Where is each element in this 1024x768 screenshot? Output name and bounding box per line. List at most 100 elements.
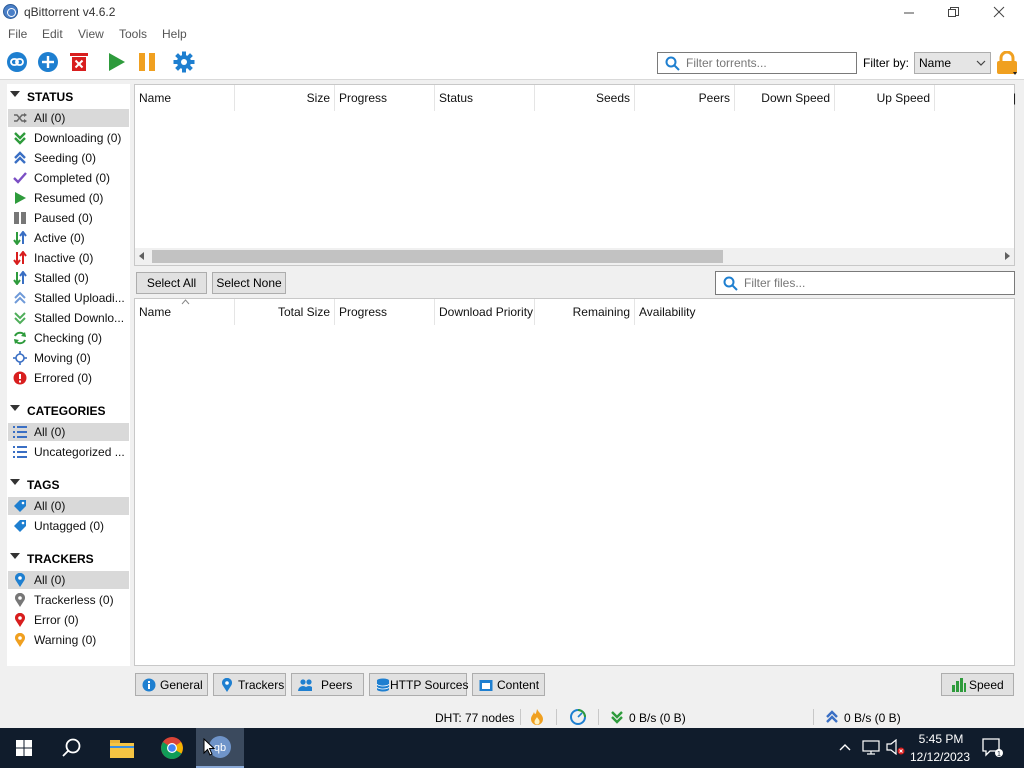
column-header-peers[interactable]: Peers bbox=[635, 85, 735, 111]
upload-speed-status[interactable]: 0 B/s (0 B) bbox=[844, 711, 901, 725]
menu-file[interactable]: File bbox=[8, 27, 27, 41]
close-window-button[interactable] bbox=[976, 0, 1022, 24]
toolbar: Filter by: Name bbox=[0, 44, 1024, 80]
database-icon bbox=[376, 678, 390, 692]
file-column-header-progress[interactable]: Progress bbox=[335, 299, 435, 325]
column-header-seeds[interactable]: Seeds bbox=[535, 85, 635, 111]
start-button[interactable] bbox=[0, 728, 48, 768]
firewall-flame-icon[interactable] bbox=[530, 709, 544, 728]
taskbar-clock-time[interactable]: 5:45 PM bbox=[912, 732, 970, 746]
scroll-right-icon[interactable] bbox=[1005, 252, 1010, 260]
options-button[interactable] bbox=[172, 50, 196, 74]
filter-torrents-input[interactable] bbox=[686, 55, 851, 71]
status-filter-active[interactable]: Active (0) bbox=[8, 229, 129, 247]
minimize-button[interactable] bbox=[886, 0, 932, 24]
status-filter-downloading[interactable]: Downloading (0) bbox=[8, 129, 129, 147]
content-file-list[interactable]: Name Total Size Progress Download Priori… bbox=[134, 298, 1015, 666]
select-all-button[interactable]: Select All bbox=[136, 272, 207, 294]
action-center-button[interactable]: 1 bbox=[982, 738, 1004, 761]
window-title: qBittorrent v4.6.2 bbox=[24, 5, 116, 19]
tag-filter-all[interactable]: All (0) bbox=[8, 497, 129, 515]
status-filter-stalled-uploading[interactable]: Stalled Uploadi... bbox=[8, 289, 129, 307]
tracker-filter-warning[interactable]: Warning (0) bbox=[8, 631, 129, 649]
status-filter-paused[interactable]: Paused (0) bbox=[8, 209, 129, 227]
column-header-next[interactable]: | bbox=[935, 85, 1016, 111]
status-filter-seeding[interactable]: Seeding (0) bbox=[8, 149, 129, 167]
scroll-left-icon[interactable] bbox=[139, 252, 144, 260]
column-header-progress[interactable]: Progress bbox=[335, 85, 435, 111]
filter-by-select[interactable]: Name bbox=[914, 52, 991, 74]
network-tray-button[interactable] bbox=[862, 739, 880, 758]
status-bar: DHT: 77 nodes 0 B/s (0 B) 0 B/s (0 B) bbox=[0, 706, 1024, 728]
chrome-taskbar-button[interactable] bbox=[148, 728, 196, 768]
stalled-upload-icon bbox=[13, 291, 27, 305]
status-filter-checking[interactable]: Checking (0) bbox=[8, 329, 129, 347]
select-none-button[interactable]: Select None bbox=[212, 272, 286, 294]
category-filter-all[interactable]: All (0) bbox=[8, 423, 129, 441]
trackers-section-header[interactable]: TRACKERS bbox=[7, 550, 130, 568]
restore-button[interactable] bbox=[930, 0, 976, 24]
volume-tray-button[interactable] bbox=[886, 738, 906, 758]
taskbar-clock-date[interactable]: 12/12/2023 bbox=[907, 750, 973, 764]
tab-content[interactable]: Content bbox=[472, 673, 545, 696]
filter-files-field[interactable] bbox=[715, 271, 1015, 295]
menu-view[interactable]: View bbox=[78, 27, 104, 41]
link-icon bbox=[7, 52, 27, 72]
tab-trackers[interactable]: Trackers bbox=[213, 673, 286, 696]
plus-icon bbox=[38, 52, 58, 72]
filter-torrents-field[interactable] bbox=[657, 52, 857, 74]
tags-section-header[interactable]: TAGS bbox=[7, 476, 130, 494]
tab-http-sources[interactable]: HTTP Sources bbox=[369, 673, 468, 696]
torrent-list-horizontal-scrollbar[interactable] bbox=[135, 248, 1014, 265]
file-column-header-remaining[interactable]: Remaining bbox=[535, 299, 635, 325]
tracker-filter-error[interactable]: Error (0) bbox=[8, 611, 129, 629]
column-header-name[interactable]: Name bbox=[135, 85, 235, 111]
column-header-down-speed[interactable]: Down Speed bbox=[735, 85, 835, 111]
status-filter-moving[interactable]: Moving (0) bbox=[8, 349, 129, 367]
column-header-size[interactable]: Size bbox=[235, 85, 335, 111]
minimize-icon bbox=[903, 12, 914, 13]
filters-sidebar: STATUS All (0) Downloading (0) Seeding (… bbox=[7, 84, 130, 666]
torrent-list[interactable]: Name Size Progress Status Seeds Peers Do… bbox=[134, 84, 1016, 266]
status-filter-stalled[interactable]: Stalled (0) bbox=[8, 269, 129, 287]
download-speed-status[interactable]: 0 B/s (0 B) bbox=[629, 711, 686, 725]
menu-help[interactable]: Help bbox=[162, 27, 187, 41]
tracker-filter-all[interactable]: All (0) bbox=[8, 571, 129, 589]
delete-torrent-button[interactable] bbox=[67, 50, 91, 74]
status-filter-stalled-downloading[interactable]: Stalled Downlo... bbox=[8, 309, 129, 327]
check-icon bbox=[13, 171, 27, 185]
filter-files-input[interactable] bbox=[744, 275, 1009, 291]
add-torrent-link-button[interactable] bbox=[5, 50, 29, 74]
category-filter-uncategorized[interactable]: Uncategorized ... bbox=[8, 443, 129, 461]
alt-speed-lock-button[interactable] bbox=[995, 50, 1019, 78]
status-filter-all[interactable]: All (0) bbox=[8, 109, 129, 127]
tracker-filter-trackerless[interactable]: Trackerless (0) bbox=[8, 591, 129, 609]
collapse-caret-icon bbox=[10, 91, 20, 97]
status-filter-inactive[interactable]: Inactive (0) bbox=[8, 249, 129, 267]
column-header-up-speed[interactable]: Up Speed bbox=[835, 85, 935, 111]
column-header-status[interactable]: Status bbox=[435, 85, 535, 111]
file-column-header-download-priority[interactable]: Download Priority bbox=[435, 299, 535, 325]
status-filter-completed[interactable]: Completed (0) bbox=[8, 169, 129, 187]
file-column-header-availability[interactable]: Availability bbox=[635, 299, 735, 325]
file-explorer-taskbar-button[interactable] bbox=[98, 728, 146, 768]
status-section-header[interactable]: STATUS bbox=[7, 88, 130, 106]
file-column-header-total-size[interactable]: Total Size bbox=[235, 299, 335, 325]
tag-filter-untagged[interactable]: Untagged (0) bbox=[8, 517, 129, 535]
pause-button[interactable] bbox=[135, 50, 159, 74]
tab-general[interactable]: General bbox=[135, 673, 208, 696]
status-filter-resumed[interactable]: Resumed (0) bbox=[8, 189, 129, 207]
add-torrent-file-button[interactable] bbox=[36, 50, 60, 74]
scrollbar-thumb[interactable] bbox=[152, 250, 723, 263]
speed-limit-gauge-icon[interactable] bbox=[570, 709, 586, 728]
tab-peers[interactable]: Peers bbox=[291, 673, 364, 696]
file-column-header-name[interactable]: Name bbox=[135, 299, 235, 325]
status-filter-errored[interactable]: Errored (0) bbox=[8, 369, 129, 387]
categories-section-header[interactable]: CATEGORIES bbox=[7, 402, 130, 420]
show-hidden-icons-button[interactable] bbox=[838, 740, 852, 757]
menu-edit[interactable]: Edit bbox=[42, 27, 63, 41]
resume-button[interactable] bbox=[104, 50, 128, 74]
taskbar-search-button[interactable] bbox=[48, 728, 96, 768]
menu-tools[interactable]: Tools bbox=[119, 27, 147, 41]
speed-graph-button[interactable]: Speed bbox=[941, 673, 1014, 696]
